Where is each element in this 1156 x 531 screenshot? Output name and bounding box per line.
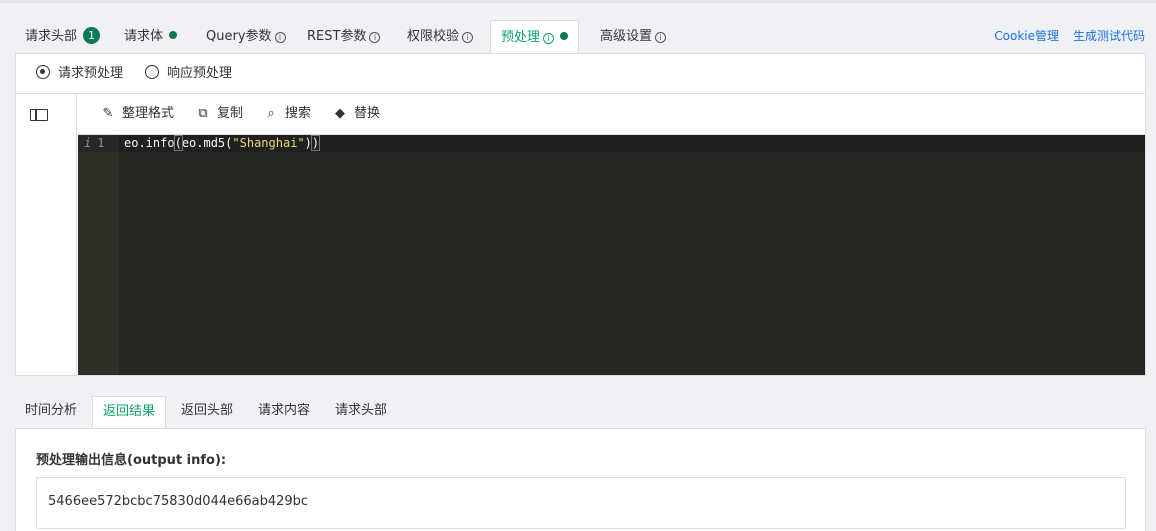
tab-request-content[interactable]: 请求内容 <box>248 396 320 428</box>
generate-code-link[interactable]: 生成测试代码 <box>1073 29 1145 43</box>
result-panel: 预处理输出信息(output info): 5466ee572bcbc75830… <box>15 428 1146 531</box>
code-editor-area: ✎ 整理格式 ⧉ 复制 ⌕ 搜索 ◆ 替换 i1 eo.info(eo.md5("Sha… <box>16 94 1145 375</box>
search-button[interactable]: ⌕ 搜索 <box>264 94 311 134</box>
output-value: 5466ee572bcbc75830d044e66ab429bc <box>48 494 309 509</box>
info-icon: i <box>655 32 667 43</box>
cookie-manage-link[interactable]: Cookie管理 <box>994 29 1059 43</box>
info-icon: i <box>369 32 381 43</box>
radio-unchecked-icon <box>145 65 159 79</box>
code-line[interactable]: eo.info(eo.md5("Shanghai")) <box>124 135 321 152</box>
response-tabs: 时间分析 返回结果 返回头部 请求内容 请求头部 <box>15 396 1146 429</box>
line-number: i1 <box>84 136 105 150</box>
search-icon: ⌕ <box>267 106 275 121</box>
format-button[interactable]: ✎ 整理格式 <box>101 94 174 134</box>
count-badge: 1 <box>83 27 101 44</box>
tab-auth[interactable]: 权限校验 i <box>397 20 483 53</box>
response-preprocess-radio[interactable]: 响应预处理 <box>145 54 232 94</box>
editor-sidebar <box>16 94 77 375</box>
code-editor[interactable]: i1 eo.info(eo.md5("Shanghai")) <box>78 135 1145 375</box>
tab-request-body[interactable]: 请求体 <box>114 20 187 53</box>
copy-button[interactable]: ⧉ 复制 <box>196 94 243 134</box>
tab-query-params[interactable]: Query参数 i <box>196 20 296 53</box>
replace-button[interactable]: ◆ 替换 <box>333 94 380 134</box>
preprocess-type-selector: 请求预处理 响应预处理 <box>16 54 1145 94</box>
layers-icon: ◆ <box>335 106 345 121</box>
info-icon: i <box>543 33 555 44</box>
format-icon: ✎ <box>102 106 114 121</box>
tab-response-headers[interactable]: 返回头部 <box>171 396 243 428</box>
request-preprocess-radio[interactable]: 请求预处理 <box>36 54 123 94</box>
status-dot-icon <box>169 31 178 39</box>
radio-checked-icon <box>36 65 50 79</box>
tab-advanced-settings[interactable]: 高级设置 i <box>590 20 676 53</box>
request-tabs: 请求头部 1 请求体 Query参数 i REST参数 i 权限校验 i 预处理 i 高级… <box>15 20 1145 54</box>
tab-timing[interactable]: 时间分析 <box>15 396 87 428</box>
output-box[interactable]: 5466ee572bcbc75830d044e66ab429bc <box>36 477 1126 529</box>
info-marker-icon: i <box>84 136 92 150</box>
copy-icon: ⧉ <box>198 106 208 121</box>
info-icon: i <box>462 32 474 43</box>
top-strip <box>0 0 1156 3</box>
line-gutter <box>78 135 119 375</box>
sidebar-toggle-icon[interactable] <box>30 109 48 121</box>
status-dot-icon <box>560 32 569 40</box>
tab-rest-params[interactable]: REST参数 i <box>297 20 390 53</box>
tab-preprocess[interactable]: 预处理 i <box>490 20 580 54</box>
tab-response-result[interactable]: 返回结果 <box>92 396 167 429</box>
preprocess-panel: 请求预处理 响应预处理 ✎ 整理格式 ⧉ 复制 ⌕ 搜索 ◆ 替换 i1 eo.info… <box>15 53 1146 376</box>
tab-request-headers-bottom[interactable]: 请求头部 <box>325 396 397 428</box>
header-links: Cookie管理 生成测试代码 <box>980 20 1145 53</box>
info-icon: i <box>274 32 286 43</box>
tab-request-headers[interactable]: 请求头部 1 <box>15 20 110 53</box>
editor-toolbar: ✎ 整理格式 ⧉ 复制 ⌕ 搜索 ◆ 替换 <box>78 94 1145 135</box>
output-label: 预处理输出信息(output info): <box>36 453 227 468</box>
